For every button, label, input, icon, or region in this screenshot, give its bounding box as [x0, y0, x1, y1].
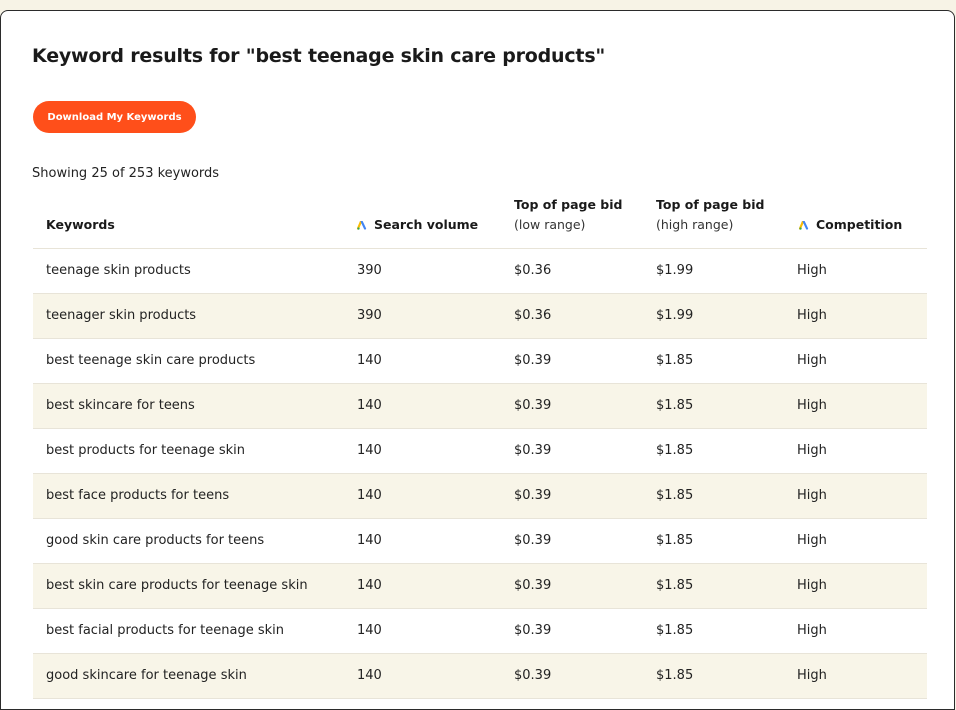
col-search-volume: Search volume — [357, 215, 478, 235]
bid-low-cell: $0.39 — [514, 398, 552, 413]
bid-low-cell: $0.39 — [514, 488, 552, 503]
volume-cell: 140 — [357, 578, 382, 593]
competition-cell: High — [797, 488, 827, 503]
volume-cell: 140 — [357, 443, 382, 458]
bid-high-cell: $1.85 — [656, 578, 694, 593]
competition-cell: High — [797, 263, 827, 278]
col-keywords: Keywords — [46, 217, 115, 232]
table-row: best face products for teens 140 $0.39 $… — [33, 474, 927, 519]
bid-low-cell: $0.39 — [514, 668, 552, 683]
bid-high-cell: $1.99 — [656, 263, 694, 278]
table-row: teenage skin products 390 $0.36 $1.99 Hi… — [33, 249, 927, 294]
page-title: Keyword results for "best teenage skin c… — [32, 45, 606, 67]
keyword-cell: best products for teenage skin — [46, 443, 245, 458]
bid-low-cell: $0.39 — [514, 443, 552, 458]
keyword-cell: good skincare for teenage skin — [46, 668, 247, 683]
col-bid-low: Top of page bid (low range) — [514, 197, 623, 232]
bid-low-cell: $0.36 — [514, 263, 552, 278]
competition-cell: High — [797, 668, 827, 683]
competition-cell: High — [797, 308, 827, 323]
table-row: good skincare for teenage skin 140 $0.39… — [33, 654, 927, 699]
bid-high-cell: $1.85 — [656, 623, 694, 638]
google-ads-icon — [357, 221, 367, 230]
volume-cell: 140 — [357, 488, 382, 503]
bid-low-cell: $0.39 — [514, 578, 552, 593]
table-header: Keywords Search volume Top of page bid (… — [33, 195, 927, 249]
competition-cell: High — [797, 623, 827, 638]
competition-cell: High — [797, 353, 827, 368]
volume-cell: 140 — [357, 623, 382, 638]
volume-cell: 390 — [357, 308, 382, 323]
bid-low-cell: $0.36 — [514, 308, 552, 323]
volume-cell: 140 — [357, 398, 382, 413]
bid-high-cell: $1.85 — [656, 668, 694, 683]
keyword-cell: best facial products for teenage skin — [46, 623, 285, 638]
competition-cell: High — [797, 533, 827, 548]
table-row: best products for teenage skin 140 $0.39… — [33, 429, 927, 474]
keyword-cell: best face products for teens — [46, 488, 230, 503]
competition-cell: High — [797, 578, 827, 593]
competition-cell: High — [797, 398, 827, 413]
bid-high-cell: $1.85 — [656, 533, 694, 548]
table-row: good skin care products for teens 140 $0… — [33, 519, 927, 564]
bid-high-cell: $1.85 — [656, 443, 694, 458]
volume-cell: 140 — [357, 668, 382, 683]
col-competition: Competition — [799, 215, 902, 235]
table-row: best facial products for teenage skin 14… — [33, 609, 927, 654]
keyword-cell: teenage skin products — [46, 263, 191, 278]
keyword-cell: best teenage skin care products — [46, 353, 256, 368]
keyword-cell: best skin care products for teenage skin — [46, 578, 308, 593]
volume-cell: 390 — [357, 263, 382, 278]
bid-low-cell: $0.39 — [514, 623, 552, 638]
bid-high-cell: $1.85 — [656, 488, 694, 503]
bid-low-cell: $0.39 — [514, 533, 552, 548]
results-count: Showing 25 of 253 keywords — [32, 166, 220, 181]
bid-high-cell: $1.85 — [656, 353, 694, 368]
col-bid-high: Top of page bid (high range) — [656, 197, 765, 232]
keyword-table: Keywords Search volume Top of page bid (… — [33, 195, 927, 699]
competition-cell: High — [797, 443, 827, 458]
google-ads-icon — [799, 221, 809, 230]
table-row: best skin care products for teenage skin… — [33, 564, 927, 609]
volume-cell: 140 — [357, 353, 382, 368]
download-keywords-button[interactable]: Download My Keywords — [33, 101, 196, 133]
table-row: best skincare for teens 140 $0.39 $1.85 … — [33, 384, 927, 429]
bid-high-cell: $1.85 — [656, 398, 694, 413]
keyword-results-card: Keyword results for "best teenage skin c… — [0, 10, 955, 710]
table-row: best teenage skin care products 140 $0.3… — [33, 339, 927, 384]
keyword-cell: best skincare for teens — [46, 398, 195, 413]
volume-cell: 140 — [357, 533, 382, 548]
keyword-cell: teenager skin products — [46, 308, 197, 323]
keyword-cell: good skin care products for teens — [46, 533, 265, 548]
bid-low-cell: $0.39 — [514, 353, 552, 368]
bid-high-cell: $1.99 — [656, 308, 694, 323]
table-row: teenager skin products 390 $0.36 $1.99 H… — [33, 294, 927, 339]
